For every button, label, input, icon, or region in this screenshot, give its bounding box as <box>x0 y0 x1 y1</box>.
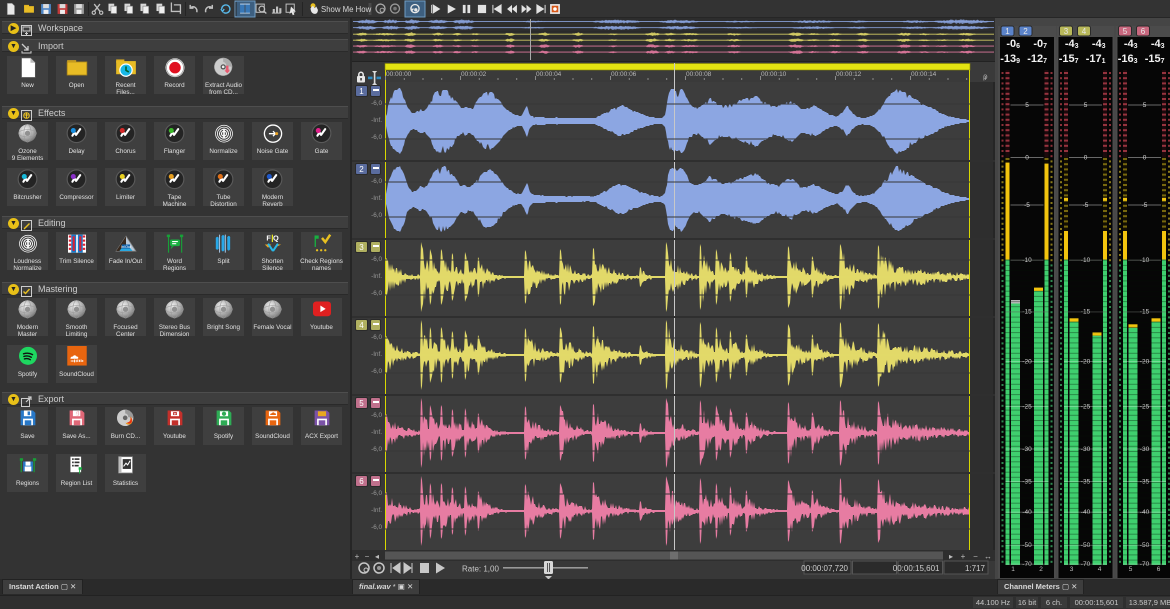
svg-text:-5: -5 <box>1083 202 1089 209</box>
svg-text:00:00:07,720: 00:00:07,720 <box>801 564 848 573</box>
svg-text:2: 2 <box>1023 27 1028 36</box>
svg-text:5: 5 <box>1143 102 1147 109</box>
svg-text:-70: -70 <box>1081 561 1091 568</box>
svg-text:5: 5 <box>1129 566 1133 573</box>
svg-text:5: 5 <box>1025 102 1029 109</box>
svg-text:1:717: 1:717 <box>965 564 986 573</box>
svg-text:-70: -70 <box>1022 561 1032 568</box>
svg-text:-25: -25 <box>1022 403 1032 410</box>
svg-text:Rate: 1,00: Rate: 1,00 <box>462 565 499 574</box>
svg-text:4: 4 <box>1098 566 1102 573</box>
svg-text:-20: -20 <box>1140 358 1150 365</box>
svg-text:-40: -40 <box>1022 509 1032 516</box>
svg-text:-35: -35 <box>1140 478 1150 485</box>
svg-text:-50: -50 <box>1022 542 1032 549</box>
svg-text:6: 6 <box>1141 27 1146 36</box>
svg-text:-50: -50 <box>1081 542 1091 549</box>
svg-text:4: 4 <box>1082 27 1087 36</box>
svg-text:-50: -50 <box>1140 542 1150 549</box>
svg-text:1: 1 <box>1005 27 1010 36</box>
svg-text:-25: -25 <box>1081 403 1091 410</box>
svg-text:-5: -5 <box>1142 202 1148 209</box>
svg-text:0: 0 <box>1025 154 1029 161</box>
svg-text:-5: -5 <box>1024 202 1030 209</box>
svg-text:-70: -70 <box>1140 561 1150 568</box>
svg-text:3: 3 <box>1064 27 1069 36</box>
svg-text:-25: -25 <box>1140 403 1150 410</box>
svg-text:2: 2 <box>1039 566 1043 573</box>
svg-text:-20: -20 <box>1022 358 1032 365</box>
svg-text:-40: -40 <box>1140 509 1150 516</box>
svg-text:6: 6 <box>1157 566 1161 573</box>
svg-text:-20: -20 <box>1081 358 1091 365</box>
svg-text:00:00:15,601: 00:00:15,601 <box>893 564 940 573</box>
svg-text:-40: -40 <box>1081 509 1091 516</box>
svg-text:0: 0 <box>1143 154 1147 161</box>
svg-text:-35: -35 <box>1081 478 1091 485</box>
svg-text:5: 5 <box>1123 27 1128 36</box>
svg-text:1: 1 <box>1011 566 1015 573</box>
svg-text:-35: -35 <box>1022 478 1032 485</box>
svg-text:5: 5 <box>1084 102 1088 109</box>
svg-text:0: 0 <box>1084 154 1088 161</box>
svg-text:3: 3 <box>1070 566 1074 573</box>
